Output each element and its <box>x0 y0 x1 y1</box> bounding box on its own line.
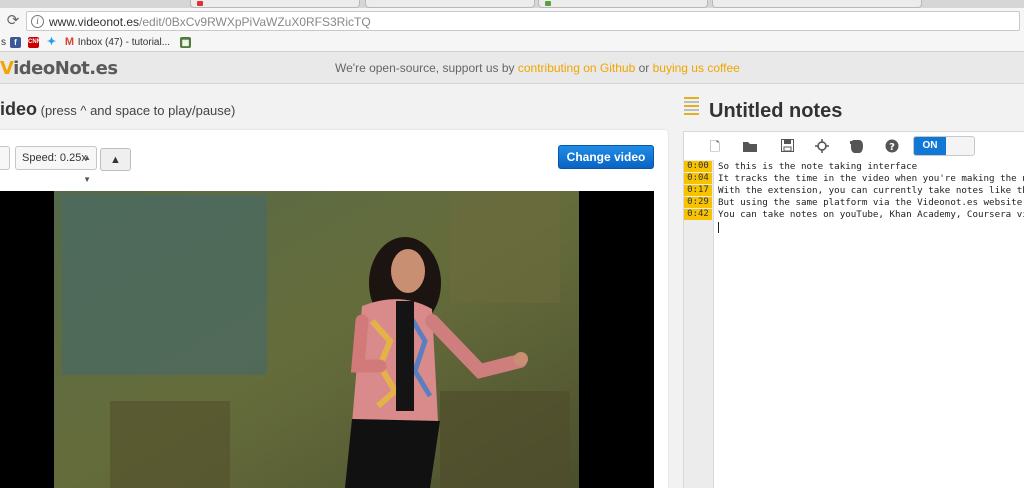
timestamp[interactable]: 0:04 <box>684 173 712 184</box>
timestamp[interactable]: 0:00 <box>684 161 712 172</box>
evernote-icon[interactable] <box>849 139 865 155</box>
notes-title[interactable]: Untitled notes <box>709 100 842 123</box>
notes-lines-icon <box>684 97 699 119</box>
timestamp[interactable]: 0:29 <box>684 197 712 208</box>
video-heading: ideo (press ^ and space to play/pause) <box>0 99 236 119</box>
browser-tab-strip <box>0 0 1024 8</box>
bookmark-overflow[interactable]: s <box>1 37 6 49</box>
note-line[interactable]: You can take notes on youTube, Khan Acad… <box>718 209 1024 221</box>
help-icon[interactable]: ? <box>884 139 900 155</box>
tab-favicon-icon <box>545 1 551 6</box>
browser-tab[interactable] <box>712 0 922 8</box>
support-banner: We're open-source, support us by contrib… <box>335 61 740 75</box>
note-line[interactable]: So this is the note taking interface <box>718 161 917 173</box>
new-file-icon[interactable]: 🗋 <box>707 139 723 155</box>
playback-control-button[interactable] <box>0 146 10 170</box>
browser-tab[interactable] <box>365 0 535 8</box>
reload-icon[interactable]: ⟳ <box>4 12 22 30</box>
bookmark-cnn[interactable]: CNN <box>28 37 41 49</box>
timestamp[interactable]: 0:42 <box>684 209 712 220</box>
url-text: www.videonot.es/edit/0BxCv9RWXpPiVaWZuX0… <box>49 15 371 29</box>
facebook-icon: f <box>10 37 21 48</box>
text-caret <box>718 222 719 233</box>
sync-icon[interactable] <box>814 139 830 155</box>
note-line[interactable]: It tracks the time in the video when you… <box>718 173 1024 185</box>
sync-toggle[interactable]: ON <box>913 136 975 156</box>
select-arrows-icon: ▲ ▼ <box>83 153 91 184</box>
note-line[interactable]: But using the same platform via the Vide… <box>718 197 1022 209</box>
save-icon[interactable] <box>779 139 795 155</box>
notes-editor[interactable]: 0:00 0:04 0:17 0:29 0:42 So this is the … <box>684 160 1024 488</box>
browser-tab[interactable] <box>538 0 708 8</box>
tab-favicon-icon <box>197 1 203 6</box>
address-bar: ⟳ i www.videonot.es/edit/0BxCv9RWXpPiVaW… <box>0 8 1024 34</box>
speed-up-button[interactable]: ▲ <box>100 148 131 171</box>
app-header: VideoNot.es We're open-source, support u… <box>0 52 1024 84</box>
video-frame <box>0 191 654 488</box>
svg-text:?: ? <box>889 142 895 153</box>
cnn-icon: CNN <box>28 37 41 48</box>
coffee-link[interactable]: buying us coffee <box>653 61 740 75</box>
gmail-icon: M <box>64 36 75 48</box>
bookmarks-bar: s f CNN ✦ M Inbox (47) - tutorial... ▦ <box>0 34 1024 52</box>
bookmark-inbox[interactable]: M Inbox (47) - tutorial... <box>64 37 170 49</box>
twitter-icon: ✦ <box>46 36 57 48</box>
info-icon[interactable]: i <box>31 15 44 28</box>
speed-select[interactable]: Speed: 0.25x ▲ ▼ <box>15 146 97 184</box>
change-video-button[interactable]: Change video <box>558 145 654 169</box>
bookmark-twitter[interactable]: ✦ <box>46 37 57 49</box>
logo[interactable]: VideoNot.es <box>0 58 118 79</box>
bookmark-facebook[interactable]: f <box>10 37 21 49</box>
bookmark-app[interactable]: ▦ <box>180 37 191 49</box>
browser-tab[interactable] <box>190 0 360 8</box>
github-link[interactable]: contributing on Github <box>518 61 635 75</box>
url-input[interactable]: i www.videonot.es/edit/0BxCv9RWXpPiVaWZu… <box>26 11 1020 31</box>
timestamp[interactable]: 0:17 <box>684 185 712 196</box>
video-player[interactable] <box>0 191 654 488</box>
note-line[interactable]: With the extension, you can currently ta… <box>718 185 1024 197</box>
open-folder-icon[interactable] <box>742 139 758 155</box>
bookmark-app-icon: ▦ <box>180 37 191 48</box>
chevron-up-icon: ▲ <box>110 154 121 166</box>
